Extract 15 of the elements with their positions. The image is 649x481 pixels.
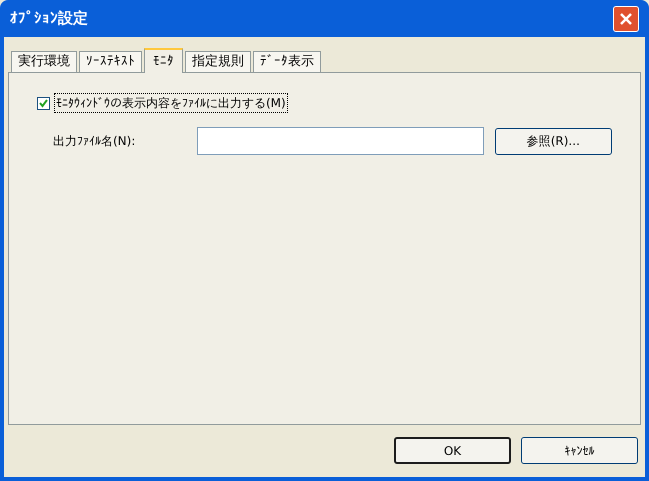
checkbox[interactable] [37, 96, 50, 110]
browse-button[interactable]: 参照(R)... [494, 128, 612, 154]
tab[interactable]: 実行環境 [11, 51, 77, 72]
tab[interactable]: 指定規則 [185, 51, 251, 72]
checkbox-label[interactable]: ﾓﾆﾀｳｨﾝﾄﾞｳの表示内容をﾌｧｲﾙに出力する(M) [54, 93, 288, 113]
file-name-field[interactable] [197, 127, 484, 155]
tab[interactable]: ｿｰｽﾃｷｽﾄ [79, 51, 142, 72]
close-icon [619, 12, 633, 26]
close-button[interactable] [613, 6, 639, 32]
tab[interactable]: ﾓﾆﾀ [144, 48, 183, 73]
field-label: 出力ﾌｧｲﾙ名(N): [53, 133, 136, 150]
window-title: ｵﾌﾟｼｮﾝ設定 [10, 8, 88, 30]
tab[interactable]: ﾃﾞｰﾀ表示 [253, 51, 321, 72]
cancel-button[interactable]: ｷｬﾝｾﾙ [521, 437, 638, 464]
ok-button[interactable]: OK [394, 437, 511, 464]
